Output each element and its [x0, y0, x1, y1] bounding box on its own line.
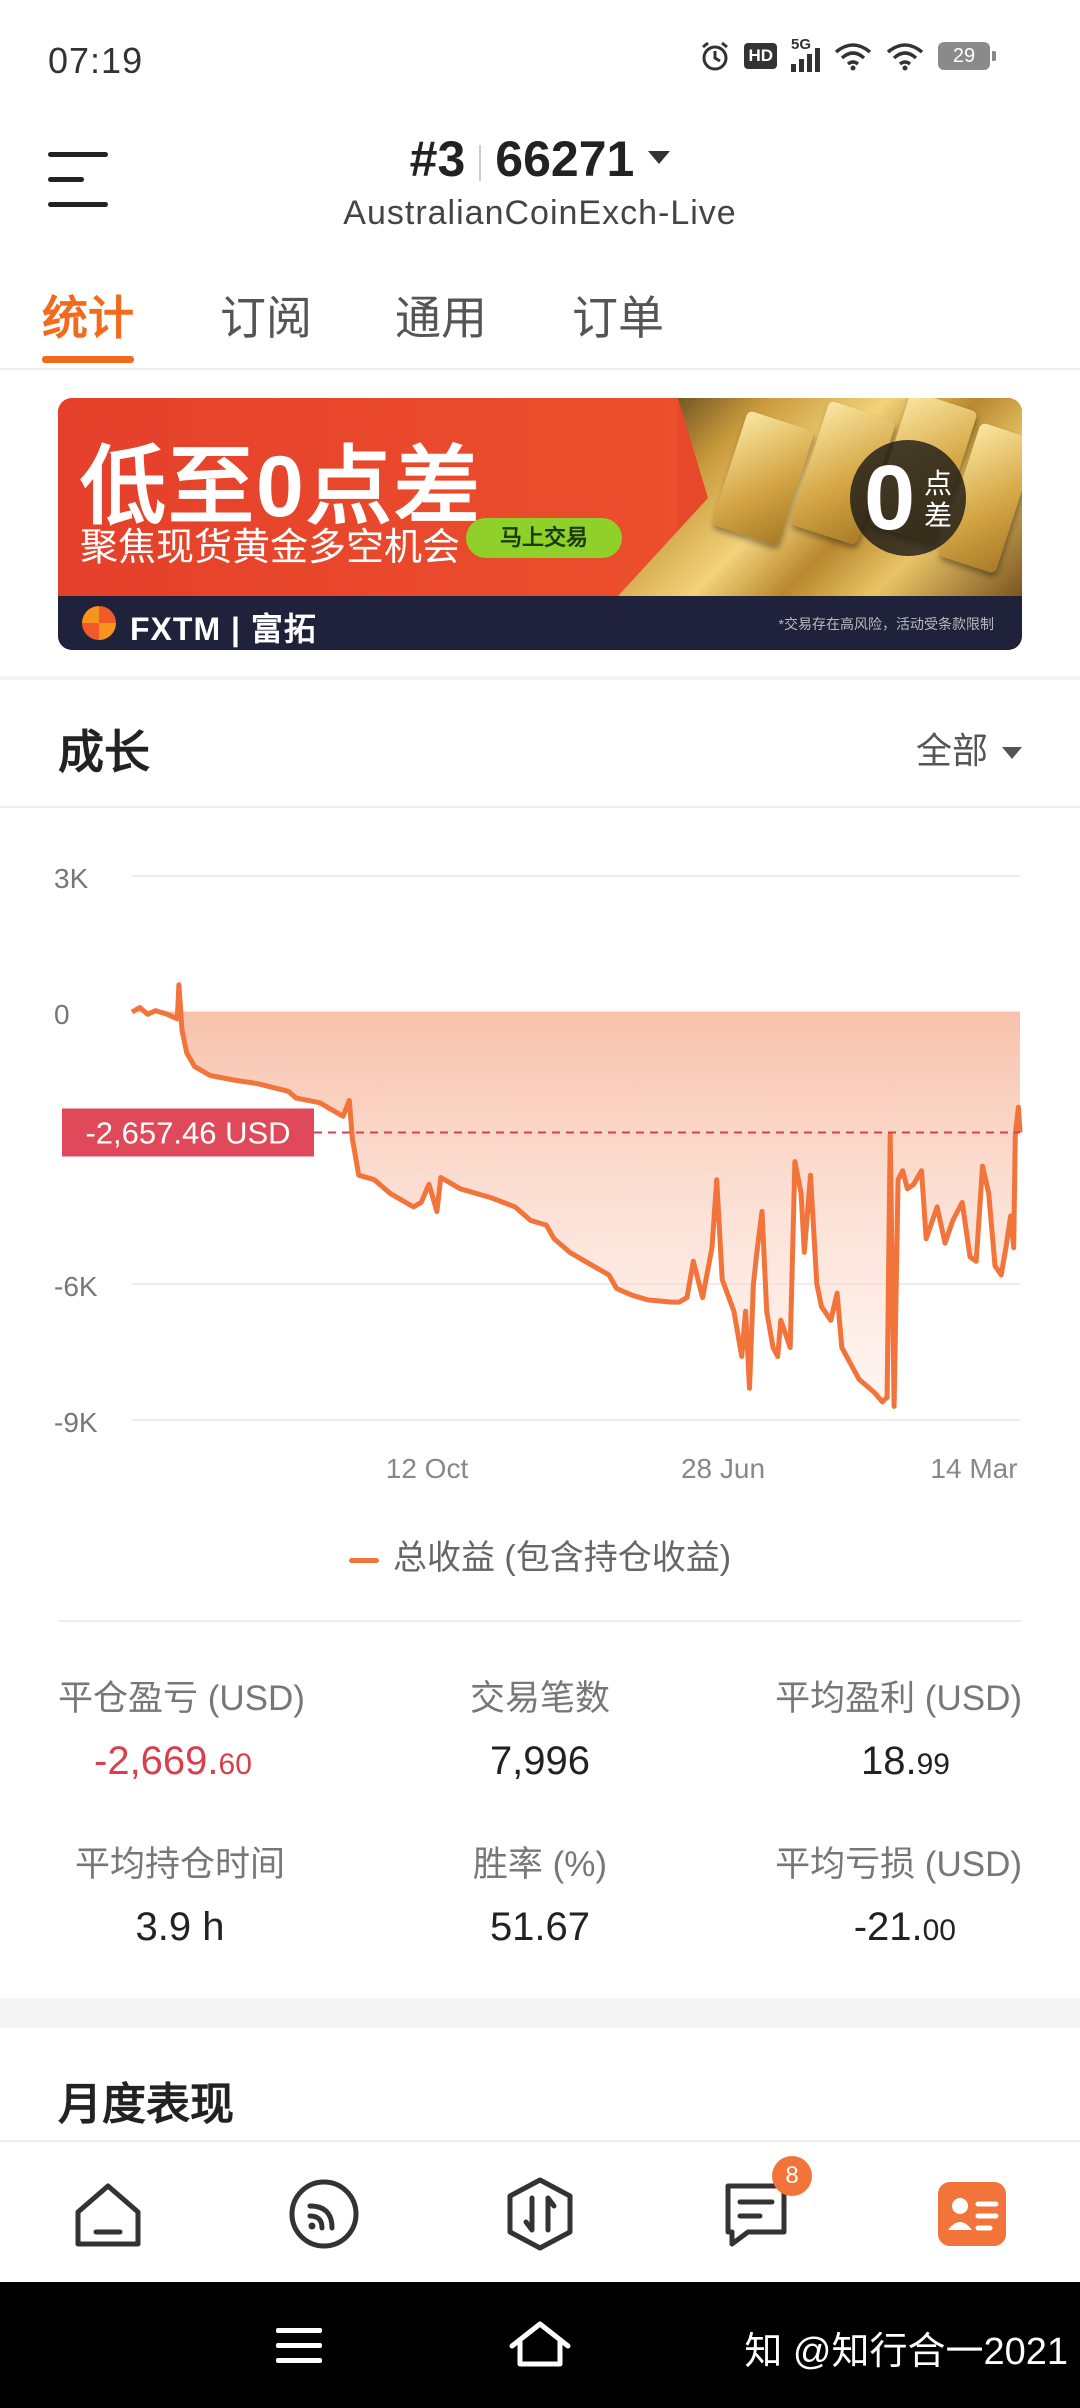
stat-label: 平均持仓时间 [74, 1845, 285, 1884]
chevron-down-icon [1002, 747, 1022, 760]
stat-value: 18.99 [861, 1739, 950, 1783]
battery-icon: 29 [938, 42, 996, 70]
wifi-icon [834, 43, 872, 71]
growth-chart: 3K 0 -6K -9K 12 Oct 28 Jun 14 Mar -2,657.46 USD [0, 820, 1080, 1560]
badge-number: 0 [864, 447, 916, 549]
message-badge: 8 [772, 2156, 812, 2196]
feed-icon[interactable] [286, 2176, 362, 2252]
tab-statistics[interactable]: 统计 [42, 282, 134, 348]
y-tick-label: -6K [54, 1271, 98, 1302]
legend-label: 总收益 (包含持仓收益) [392, 1539, 732, 1577]
stat-value: 3.9 h [135, 1905, 225, 1949]
stat-avg-profit: 平均盈利 (USD) 18.99 [682, 1670, 1022, 1784]
watermark: 知 @知行合一2021 [744, 2331, 1068, 2373]
stat-label: 平均亏损 (USD) [775, 1845, 1022, 1884]
active-tab-indicator [42, 356, 134, 363]
account-number: 66271 [495, 131, 635, 187]
spread-badge: 0 点差 [850, 440, 966, 556]
stat-avg-hold-time: 平均持仓时间 3.9 h [10, 1836, 350, 1950]
stat-label: 胜率 (%) [472, 1845, 608, 1884]
brand-name: FXTM | 富拓 [130, 611, 317, 647]
banner-trade-button[interactable]: 马上交易 [466, 518, 622, 558]
stat-value: -21.00 [853, 1905, 956, 1949]
home-icon[interactable] [70, 2176, 146, 2252]
banner-disclaimer: *交易存在高风险，活动受条款限制 [778, 616, 994, 632]
signal-icon: 5G [791, 36, 820, 72]
system-nav-bar: 知 @知行合一2021 [0, 2282, 1080, 2408]
x-tick-label: 14 Mar [930, 1453, 1017, 1484]
y-tick-label: 3K [54, 863, 89, 894]
alarm-icon [702, 41, 729, 71]
section-divider [0, 676, 1080, 680]
x-tick-label: 28 Jun [681, 1453, 765, 1484]
tab-orders[interactable]: 订单 [572, 282, 664, 348]
x-tick-label: 12 Oct [386, 1453, 469, 1484]
stat-value: -2,669.60 [94, 1739, 252, 1783]
banner-subtitle: 聚焦现货黄金多空机会 [80, 527, 461, 569]
banner-footer: FXTM | 富拓 *交易存在高风险，活动受条款限制 [58, 596, 1022, 650]
divider [0, 806, 1080, 808]
stat-label: 交易笔数 [469, 1679, 610, 1718]
stat-label: 平均盈利 (USD) [775, 1679, 1022, 1718]
account-selector[interactable]: #3 66271 [0, 130, 1080, 188]
growth-period-dropdown[interactable]: 全部 [916, 722, 1022, 774]
chart-legend: 总收益 (包含持仓收益) [0, 1530, 1080, 1579]
badge-text: 点差 [924, 468, 953, 531]
account-rank: #3 [409, 131, 466, 187]
tab-subscribe[interactable]: 订阅 [220, 282, 312, 348]
stat-closed-pnl: 平仓盈亏 (USD) -2,669.60 [58, 1670, 398, 1784]
wifi-icon-2 [886, 43, 924, 71]
trade-icon[interactable] [502, 2176, 578, 2252]
monthly-performance-title: 月度表现 [58, 2080, 234, 2129]
profile-icon[interactable] [934, 2176, 1010, 2252]
stat-value: 51.67 [489, 1905, 591, 1949]
y-tick-label: -9K [54, 1407, 98, 1438]
hd-icon: HD [744, 43, 777, 69]
recent-apps-icon[interactable] [276, 2328, 322, 2364]
account-server: AustralianCoinExch-Live [343, 194, 737, 232]
divider [58, 1620, 1022, 1622]
stat-avg-loss: 平均亏损 (USD) -21.00 [682, 1836, 1022, 1950]
status-icons: HD 5G 29 [700, 36, 996, 72]
current-value-label: -2,657.46 USD [85, 1115, 290, 1150]
promo-banner[interactable]: 低至0点差 聚焦现货黄金多空机会 马上交易 0 点差 FXTM | 富拓 *交易… [58, 398, 1022, 650]
app-header: #3 66271 AustralianCoinExch-Live [0, 110, 1080, 260]
message-button[interactable]: 8 [718, 2156, 812, 2252]
growth-chart-svg: 3K 0 -6K -9K 12 Oct 28 Jun 14 Mar -2,657.46 USD [54, 863, 1023, 1484]
network-type-label: 5G [791, 36, 812, 53]
y-tick-label: 0 [54, 999, 70, 1030]
tab-general[interactable]: 通用 [395, 282, 487, 348]
bottom-nav: 8 [0, 2140, 1080, 2282]
growth-title: 成长 [58, 726, 150, 778]
stat-trade-count: 交易笔数 7,996 [370, 1670, 710, 1784]
growth-filter-label: 全部 [915, 730, 988, 771]
status-time: 07:19 [48, 40, 144, 81]
fxtm-logo-icon [82, 606, 116, 640]
status-bar: 07:19 HD 5G 29 [0, 0, 1080, 110]
legend-swatch [348, 1557, 379, 1563]
stat-label: 平仓盈亏 (USD) [58, 1679, 305, 1718]
system-home-icon[interactable] [508, 2318, 572, 2370]
chevron-down-icon [648, 151, 671, 165]
stat-win-rate: 胜率 (%) 51.67 [370, 1836, 710, 1950]
section-divider [0, 1998, 1080, 2028]
stat-value: 7,996 [489, 1739, 591, 1783]
tab-bar: 统计 订阅 通用 订单 [0, 270, 1080, 370]
